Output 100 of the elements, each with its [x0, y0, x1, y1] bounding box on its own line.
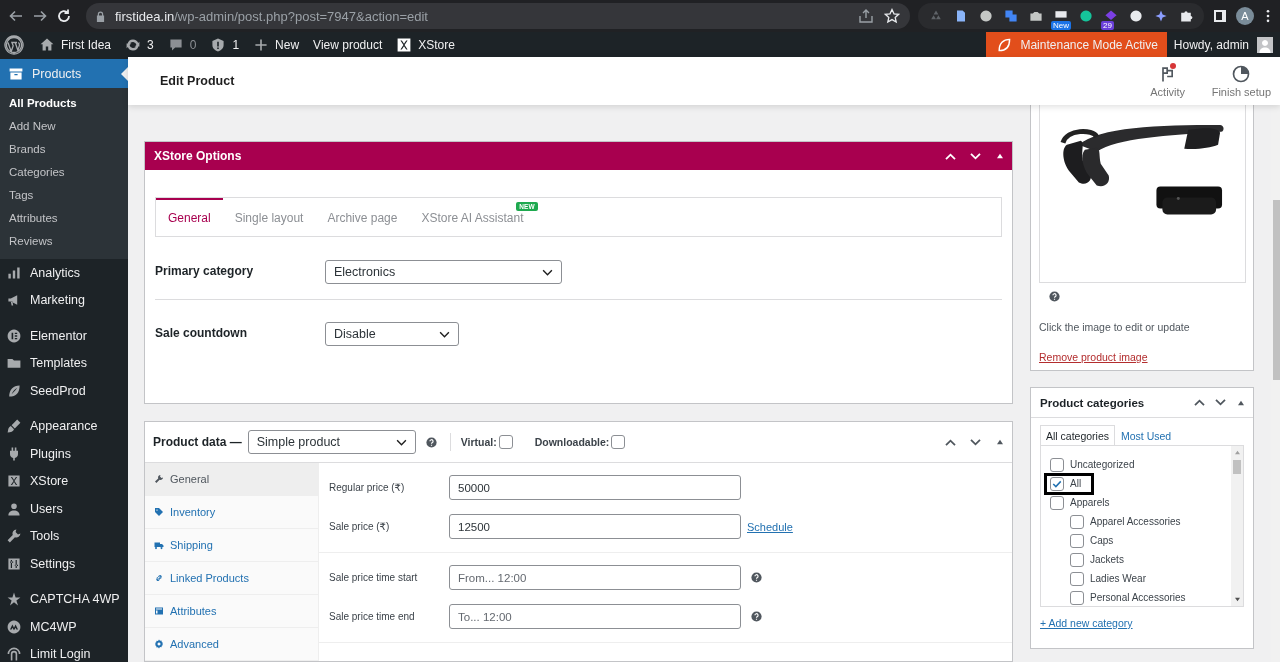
help-icon[interactable]: [1049, 291, 1060, 302]
category-label[interactable]: Uncategorized: [1070, 459, 1135, 470]
page-title: Edit Product: [160, 74, 235, 88]
time-input[interactable]: To... 12:00: [449, 604, 741, 629]
help-icon[interactable]: [425, 436, 437, 448]
sidebar-item[interactable]: Analytics: [0, 259, 128, 287]
move-down-icon[interactable]: [1214, 398, 1227, 407]
help-icon[interactable]: [751, 572, 762, 583]
xstore-link[interactable]: XStore: [389, 32, 462, 57]
sidebar-item[interactable]: Marketing: [0, 286, 128, 314]
reload-icon[interactable]: [56, 8, 72, 24]
select-field[interactable]: Disable: [325, 322, 459, 346]
sidebar-item[interactable]: CAPTCHA 4WP: [0, 585, 128, 613]
category-label[interactable]: Caps: [1090, 535, 1114, 546]
sidebar-item-current[interactable]: Products: [0, 59, 128, 88]
sidebar-item[interactable]: Templates: [0, 349, 128, 377]
category-label[interactable]: Personal Accessories: [1090, 592, 1186, 603]
wrench-icon: [154, 474, 164, 484]
header-action[interactable]: Finish setup: [1202, 64, 1280, 98]
collapse-icon[interactable]: [1237, 399, 1245, 406]
downloadable-checkbox[interactable]: [611, 435, 626, 449]
forward-icon[interactable]: [32, 8, 48, 24]
sidebar-item[interactable]: Appearance: [0, 412, 128, 440]
category-tab[interactable]: All categories: [1040, 425, 1116, 445]
product-data-tab[interactable]: Shipping: [145, 529, 318, 562]
puzzle-icon[interactable]: [1178, 8, 1194, 24]
category-checkbox[interactable]: [1050, 495, 1064, 510]
sidebar-item[interactable]: Settings: [0, 550, 128, 578]
sidebar-item[interactable]: Users: [0, 495, 128, 523]
collapse-icon[interactable]: [996, 439, 1004, 445]
submenu-item[interactable]: Brands: [0, 138, 128, 161]
back-icon[interactable]: [8, 8, 24, 24]
move-up-icon[interactable]: [1193, 398, 1206, 407]
submenu-item[interactable]: Attributes: [0, 207, 128, 230]
view-product-link[interactable]: View product: [306, 32, 390, 57]
remove-image-link[interactable]: Remove product image: [1039, 351, 1148, 363]
add-category-link[interactable]: + Add new category: [1040, 617, 1133, 629]
time-input[interactable]: From... 12:00: [449, 565, 741, 590]
maintenance-mode-badge[interactable]: Maintenance Mode Active: [986, 32, 1167, 57]
header-action[interactable]: Activity: [1132, 64, 1203, 98]
virtual-checkbox[interactable]: [498, 435, 513, 449]
product-data-tab[interactable]: Attributes: [145, 595, 318, 628]
account-menu[interactable]: Howdy, admin: [1166, 32, 1280, 57]
price-input[interactable]: 50000: [449, 475, 741, 500]
category-checkbox[interactable]: [1070, 533, 1084, 548]
site-link[interactable]: First Idea: [32, 32, 118, 57]
updates-link[interactable]: 3: [118, 32, 161, 57]
price-input[interactable]: 12500: [449, 514, 741, 539]
new-link[interactable]: New: [246, 32, 307, 57]
category-checkbox[interactable]: [1070, 552, 1084, 567]
category-label[interactable]: Apparels: [1070, 497, 1110, 508]
side-panel-icon[interactable]: [1212, 8, 1228, 24]
bookmark-star-icon[interactable]: [884, 8, 900, 24]
category-checkbox[interactable]: [1070, 571, 1084, 586]
category-checkbox[interactable]: [1050, 457, 1064, 472]
tab[interactable]: General: [156, 198, 223, 236]
caret-icon: [542, 268, 553, 276]
sidebar-item[interactable]: Plugins: [0, 440, 128, 468]
field-label: Primary category: [155, 263, 255, 278]
sidebar-item[interactable]: Elementor: [0, 322, 128, 350]
submenu-item[interactable]: Reviews: [0, 230, 128, 253]
product-data-tab[interactable]: Linked Products: [145, 562, 318, 595]
product-data-tab[interactable]: Inventory: [145, 496, 318, 529]
category-label[interactable]: Ladies Wear: [1090, 573, 1146, 584]
address-bar[interactable]: firstidea.in/wp-admin/post.php?post=7947&action=edit: [86, 3, 910, 29]
schedule-link[interactable]: Schedule: [747, 520, 793, 533]
share-icon[interactable]: [858, 8, 874, 24]
menu-icon[interactable]: [1266, 9, 1270, 23]
collapse-icon[interactable]: [996, 153, 1004, 159]
submenu-item[interactable]: Add New: [0, 115, 128, 138]
scrollbar-thumb[interactable]: [1233, 460, 1241, 474]
help-icon[interactable]: [751, 611, 762, 622]
move-down-icon[interactable]: [969, 437, 982, 447]
category-checkbox[interactable]: [1070, 514, 1084, 529]
comments-link[interactable]: 0: [160, 32, 204, 57]
sidebar-item[interactable]: XStore: [0, 467, 128, 495]
translate-icon[interactable]: [1003, 8, 1019, 24]
move-up-icon[interactable]: [944, 437, 957, 447]
category-label[interactable]: Jackets: [1090, 554, 1124, 565]
submenu-item[interactable]: Tags: [0, 184, 128, 207]
category-label[interactable]: All: [1070, 478, 1082, 489]
product-data-tab[interactable]: Advanced: [145, 628, 318, 661]
sidebar-item[interactable]: SeedProd: [0, 377, 128, 405]
product-type-select[interactable]: Simple product: [247, 430, 416, 454]
product-data-tab[interactable]: General: [145, 463, 318, 496]
submenu-item[interactable]: All Products: [0, 92, 128, 115]
xstore-icon: [6, 473, 22, 490]
scroll-down-icon[interactable]: [1233, 597, 1241, 602]
submenu-item[interactable]: Categories: [0, 161, 128, 184]
select-field[interactable]: Electronics: [325, 260, 562, 284]
category-tab[interactable]: Most Used: [1115, 425, 1178, 445]
sidebar-item[interactable]: MC4WP: [0, 613, 128, 641]
wordpress-logo-icon[interactable]: [4, 34, 24, 55]
scrollbar[interactable]: [1231, 446, 1243, 606]
sidebar-item[interactable]: Limit Login: [0, 640, 128, 662]
security-link[interactable]: 1: [203, 32, 247, 57]
sidebar-item[interactable]: Tools: [0, 522, 128, 550]
category-checkbox[interactable]: [1050, 476, 1064, 491]
category-checkbox[interactable]: [1070, 590, 1084, 605]
category-label[interactable]: Apparel Accessories: [1090, 516, 1181, 527]
